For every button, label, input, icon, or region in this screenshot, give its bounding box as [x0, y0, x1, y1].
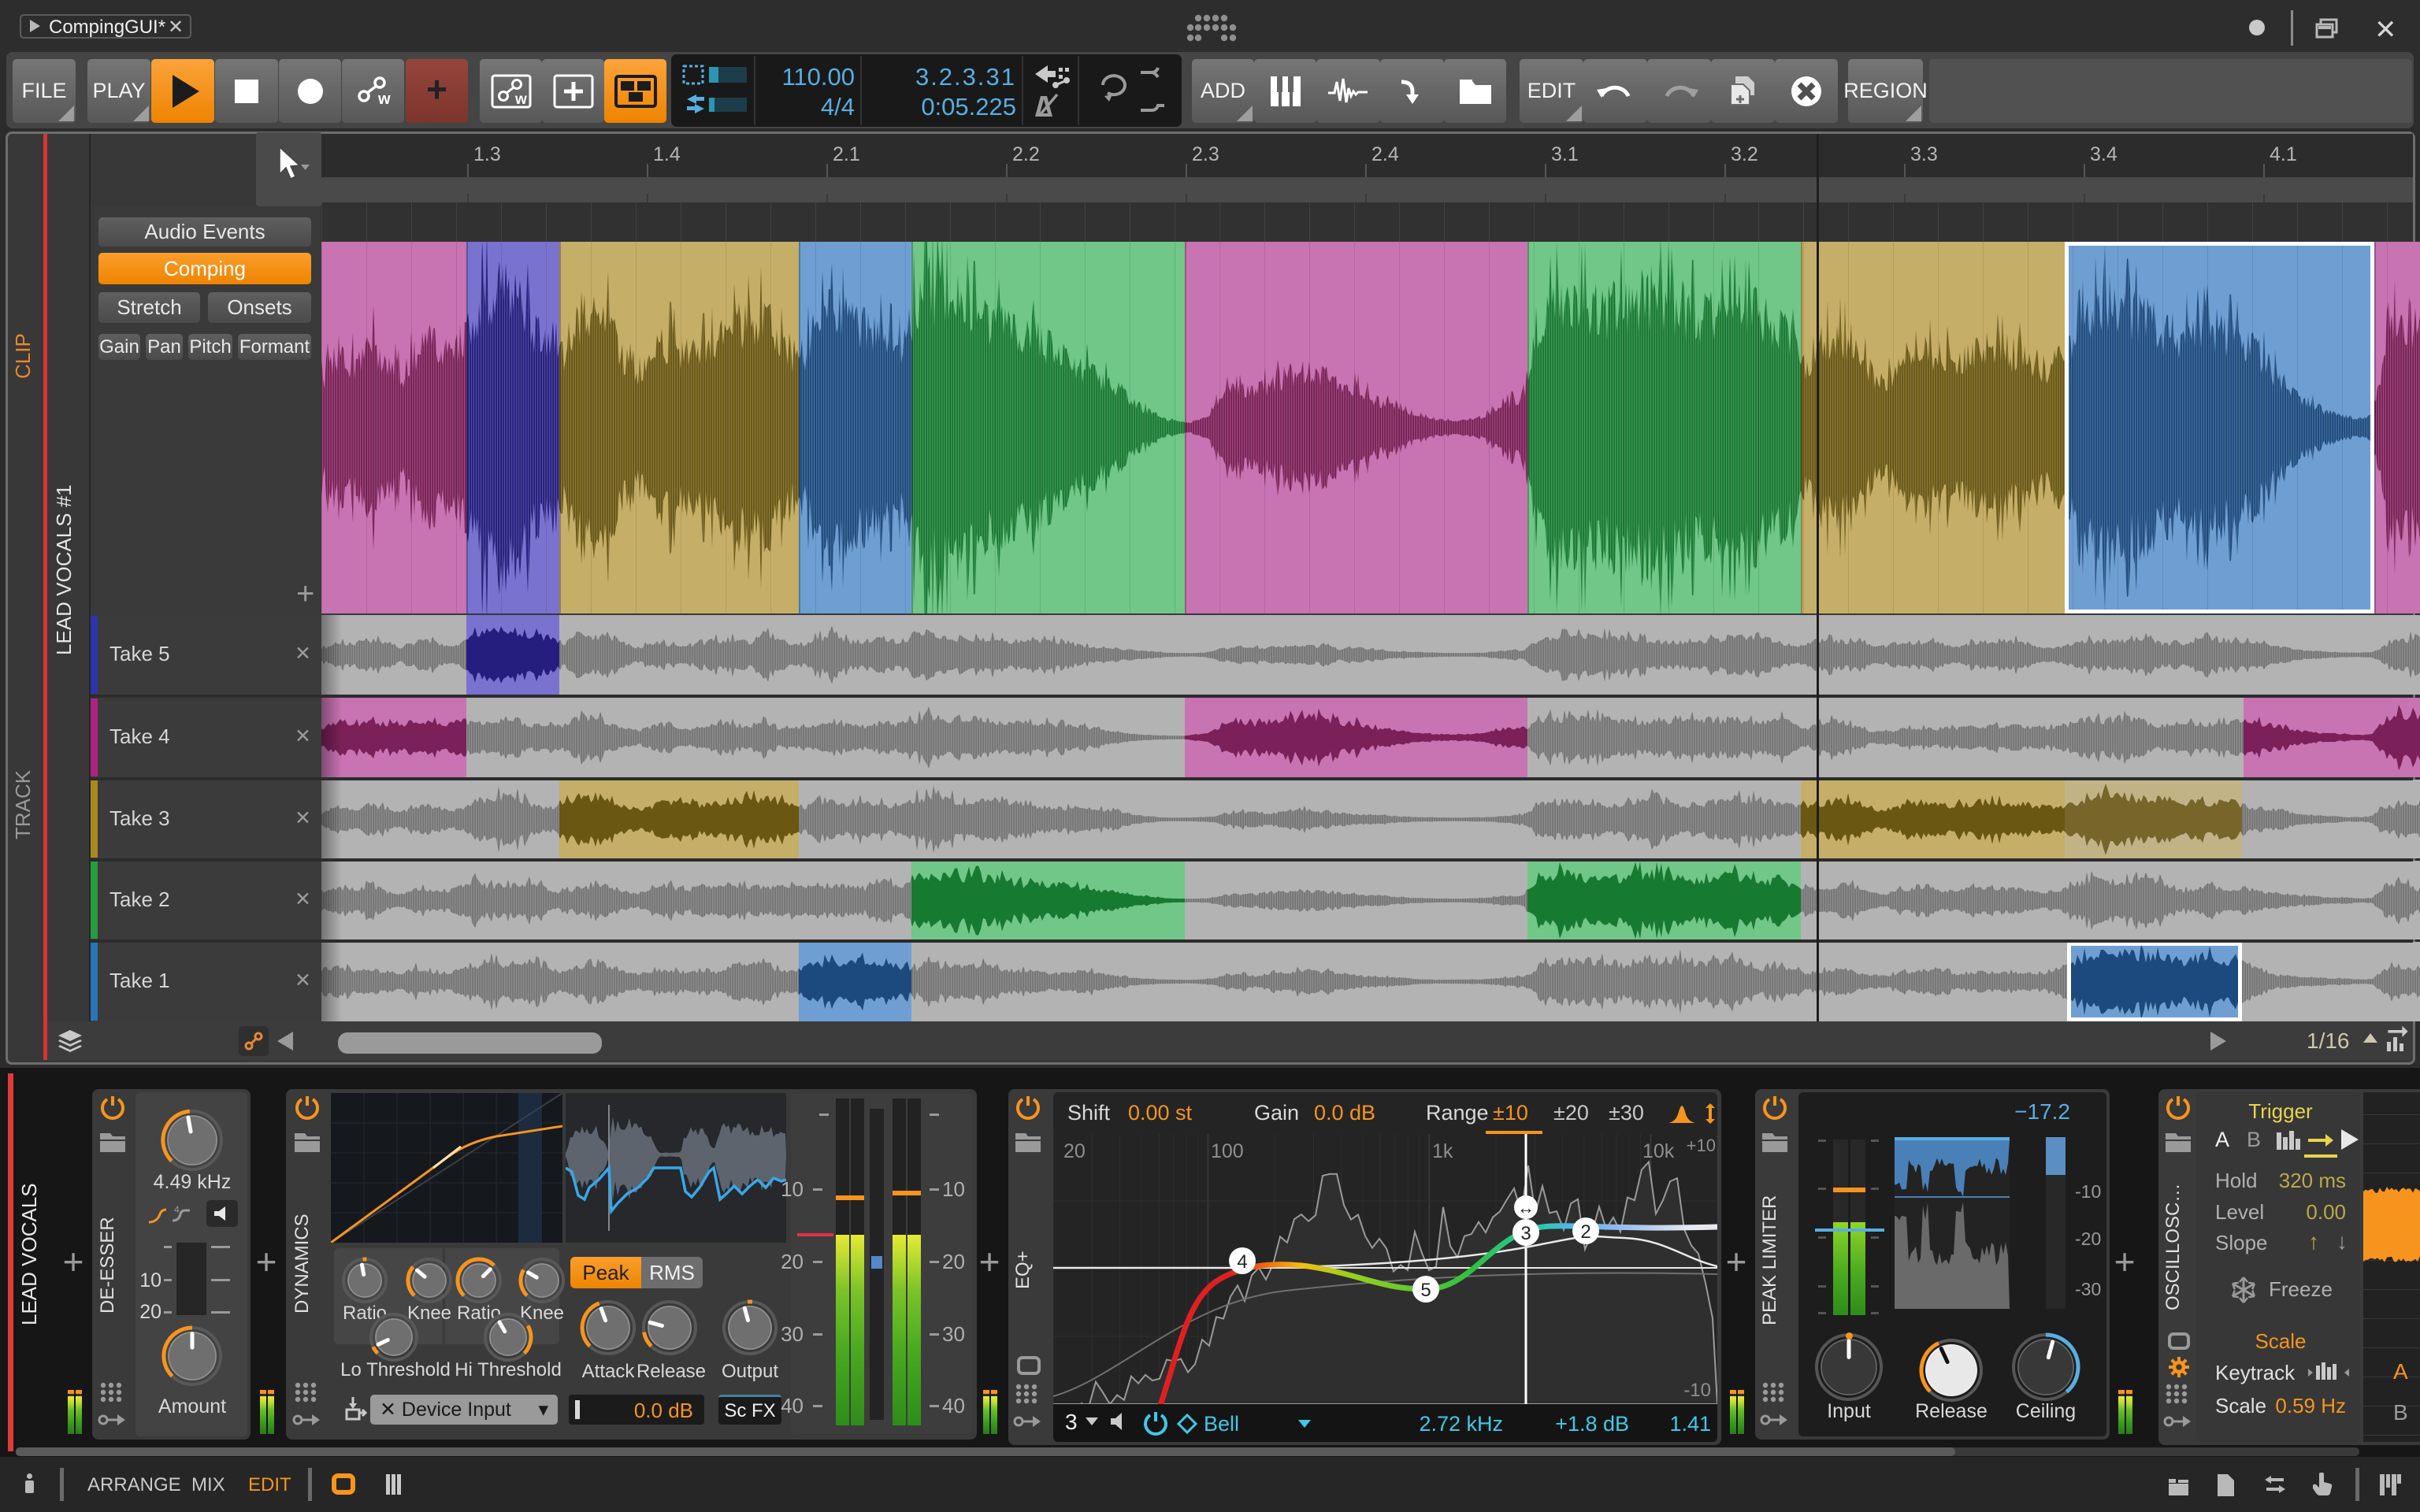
svg-text:2: 2: [1580, 1221, 1590, 1243]
svg-text:w: w: [514, 91, 527, 108]
svg-text:4: 4: [1237, 1251, 1247, 1273]
svg-text:-10: -10: [1683, 1380, 1711, 1401]
svg-text:5: 5: [1420, 1280, 1431, 1301]
svg-text:20: 20: [1063, 1140, 1086, 1162]
svg-text:100: 100: [1211, 1140, 1244, 1162]
svg-text:1k: 1k: [1432, 1140, 1453, 1162]
svg-text:w: w: [377, 91, 391, 107]
svg-text:3: 3: [1520, 1223, 1531, 1244]
svg-text:↔: ↔: [1517, 1198, 1535, 1217]
svg-text:+10: +10: [1687, 1136, 1716, 1155]
svg-text:10k: 10k: [1642, 1140, 1675, 1162]
svg-text:4: 4: [174, 1204, 180, 1215]
